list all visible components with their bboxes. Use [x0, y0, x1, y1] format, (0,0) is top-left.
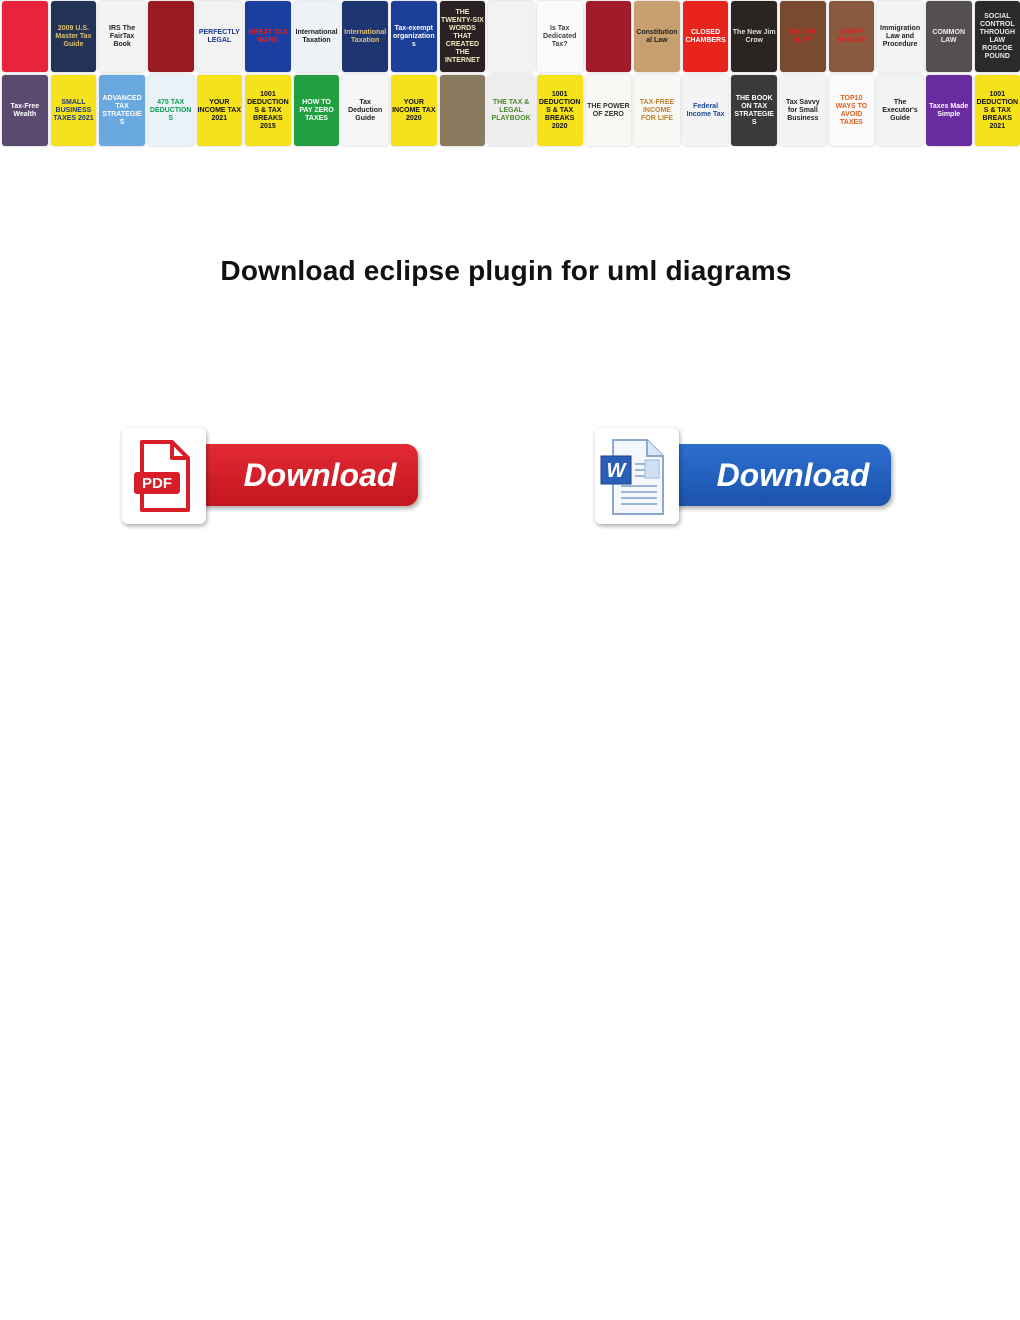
book-thumbnail-title: CLOSED CHAMBERS [685, 28, 726, 44]
book-thumbnail[interactable]: 1001 DEDUCTIONS & TAX BREAKS 2021 [974, 75, 1020, 146]
book-thumbnail[interactable]: TOP10 WAYS TO AVOID TAXES [828, 75, 875, 146]
book-thumbnail[interactable]: PERFECTLY LEGAL [196, 1, 243, 72]
book-thumbnail-strip: 2009 U.S. Master Tax Guide IRS The FairTa… [2, 1, 1020, 147]
pdf-download-button[interactable]: Download PDF [122, 428, 422, 526]
book-thumbnail[interactable]: SMALL BUSINESS TAXES 2021 [50, 75, 97, 146]
book-thumbnail-title: GREAT TAX WARS [248, 28, 288, 44]
thumbnail-row-1: 2009 U.S. Master Tax Guide IRS The FairTa… [2, 1, 1020, 72]
book-thumbnail-title: COMMON LAW [932, 28, 966, 44]
book-thumbnail[interactable]: WE THE JURY [780, 1, 826, 72]
book-thumbnail[interactable]: CLOSED CHAMBERS [682, 1, 729, 72]
book-thumbnail-title: The New Jim Crow [732, 28, 776, 44]
book-thumbnail[interactable]: THE TAX & LEGAL PLAYBOOK [488, 75, 534, 146]
book-thumbnail-title: TOP10 WAYS TO AVOID TAXES [835, 94, 868, 126]
word-download-bar[interactable]: Download [675, 444, 891, 506]
book-thumbnail[interactable]: YOUR INCOME TAX 2020 [391, 75, 437, 146]
book-thumbnail-title: Federal Income Tax [686, 102, 725, 118]
book-thumbnail-title [607, 36, 609, 38]
book-thumbnail-title: ADVANCED TAX STRATEGIES [102, 94, 142, 126]
book-thumbnail-title: Immigration Law and Procedure [880, 24, 921, 48]
book-thumbnail[interactable]: ADVANCED TAX STRATEGIES [99, 75, 145, 146]
book-thumbnail[interactable]: International Taxation [293, 1, 340, 72]
book-thumbnail[interactable]: THE POWER OF ZERO [585, 75, 632, 146]
book-thumbnail-title [461, 110, 463, 112]
book-thumbnail[interactable]: Constitutional Law [634, 1, 680, 72]
book-thumbnail[interactable] [2, 1, 48, 72]
book-thumbnail[interactable] [488, 1, 534, 72]
book-thumbnail[interactable]: Federal Income Tax [682, 75, 729, 146]
pdf-badge-text: PDF [142, 475, 172, 492]
word-document-icon: W [595, 428, 679, 524]
thumbnail-row-2: Tax-Free Wealth SMALL BUSINESS TAXES 2021… [2, 75, 1020, 146]
book-thumbnail-title: GERRY SPENCE [837, 28, 866, 44]
book-thumbnail-title: THE POWER OF ZERO [587, 102, 630, 118]
book-thumbnail-title: HOW TO PAY ZERO TAXES [299, 98, 334, 122]
book-thumbnail[interactable]: Immigration Law and Procedure [877, 1, 923, 72]
book-thumbnail-title: IRS The FairTax Book [109, 24, 136, 48]
book-thumbnail-title: THE TWENTY-SIX WORDS THAT CREATED THE IN… [441, 8, 484, 64]
book-thumbnail[interactable]: Taxes Made Simple [925, 75, 972, 146]
book-thumbnail-title: Tax-Free Wealth [10, 102, 40, 118]
pdf-download-label: Download [243, 456, 397, 493]
book-thumbnail[interactable]: The New Jim Crow [731, 1, 777, 72]
book-thumbnail[interactable]: 1001 DEDUCTIONS & TAX BREAKS 2020 [536, 75, 583, 146]
book-thumbnail[interactable]: International Taxation [342, 1, 388, 72]
book-thumbnail[interactable] [147, 1, 194, 72]
book-thumbnail-title: Tax-exempt organizations [393, 24, 435, 48]
book-thumbnail[interactable]: GERRY SPENCE [828, 1, 875, 72]
book-thumbnail-title: 1001 DEDUCTIONS & TAX BREAKS 2021 [976, 90, 1019, 130]
book-thumbnail[interactable]: Tax Deduction Guide [342, 75, 388, 146]
book-thumbnail[interactable]: Tax Savvy for Small Business [780, 75, 826, 146]
book-thumbnail[interactable]: Is Tax Dedicated Tax? [536, 1, 583, 72]
book-thumbnail-title: Is Tax Dedicated Tax? [542, 24, 577, 48]
book-thumbnail[interactable]: SOCIAL CONTROL THROUGH LAW ROSCOE POUND [974, 1, 1020, 72]
book-thumbnail-title: WE THE JURY [789, 28, 817, 44]
word-badge-text: W [607, 460, 628, 482]
book-thumbnail-title: SMALL BUSINESS TAXES 2021 [53, 98, 94, 122]
book-thumbnail-title [24, 36, 26, 38]
book-thumbnail[interactable]: YOUR INCOME TAX 2021 [196, 75, 243, 146]
book-thumbnail[interactable]: Tax-exempt organizations [391, 1, 437, 72]
word-download-button[interactable]: Download W [595, 428, 895, 526]
book-thumbnail[interactable]: Tax-Free Wealth [2, 75, 48, 146]
book-thumbnail-title: TAX-FREE INCOME FOR LIFE [639, 98, 675, 122]
book-thumbnail-title [510, 36, 512, 38]
book-thumbnail-title: THE TAX & LEGAL PLAYBOOK [491, 98, 531, 122]
book-thumbnail-title: Constitutional Law [636, 28, 678, 44]
page-title: Download eclipse plugin for uml diagrams [220, 255, 792, 286]
book-thumbnail[interactable] [585, 1, 632, 72]
book-thumbnail-title: Taxes Made Simple [929, 102, 969, 118]
pdf-download-bar[interactable]: Download [202, 444, 418, 506]
book-thumbnail-title: PERFECTLY LEGAL [198, 28, 240, 44]
book-thumbnail[interactable]: THE TWENTY-SIX WORDS THAT CREATED THE IN… [439, 1, 486, 72]
book-thumbnail[interactable]: IRS The FairTax Book [99, 1, 145, 72]
book-thumbnail[interactable]: GREAT TAX WARS [245, 1, 291, 72]
pdf-file-icon: PDF [122, 428, 206, 524]
book-thumbnail[interactable]: 1001 DEDUCTIONS & TAX BREAKS 2015 [245, 75, 291, 146]
book-thumbnail[interactable]: TAX-FREE INCOME FOR LIFE [634, 75, 680, 146]
word-download-label: Download [716, 456, 870, 493]
book-thumbnail-title: Tax Deduction Guide [348, 98, 383, 122]
book-thumbnail-title: YOUR INCOME TAX 2021 [197, 98, 242, 122]
book-thumbnail-title: THE BOOK ON TAX STRATEGIES [734, 94, 774, 126]
book-thumbnail-title: 1001 DEDUCTIONS & TAX BREAKS 2020 [538, 90, 581, 130]
book-thumbnail-title: YOUR INCOME TAX 2020 [392, 98, 436, 122]
book-thumbnail[interactable]: HOW TO PAY ZERO TAXES [293, 75, 340, 146]
book-thumbnail-title: 1001 DEDUCTIONS & TAX BREAKS 2015 [247, 90, 289, 130]
book-thumbnail-title: The Executor's Guide [882, 98, 918, 122]
book-thumbnail-title [170, 36, 172, 38]
book-thumbnail[interactable]: 2009 U.S. Master Tax Guide [50, 1, 97, 72]
book-thumbnail-title: SOCIAL CONTROL THROUGH LAW ROSCOE POUND [979, 12, 1015, 60]
book-thumbnail[interactable]: COMMON LAW [925, 1, 972, 72]
book-thumbnail[interactable] [439, 75, 486, 146]
book-thumbnail-title: 2009 U.S. Master Tax Guide [55, 24, 92, 48]
book-thumbnail-title: Tax Savvy for Small Business [785, 98, 820, 122]
book-thumbnail[interactable]: THE BOOK ON TAX STRATEGIES [731, 75, 777, 146]
book-thumbnail[interactable]: The Executor's Guide [877, 75, 923, 146]
book-thumbnail[interactable]: 475 TAX DEDUCTIONS [147, 75, 194, 146]
book-thumbnail-title: International Taxation [295, 28, 338, 44]
book-thumbnail-title: 475 TAX DEDUCTIONS [149, 98, 192, 122]
book-thumbnail-title: International Taxation [344, 28, 387, 44]
